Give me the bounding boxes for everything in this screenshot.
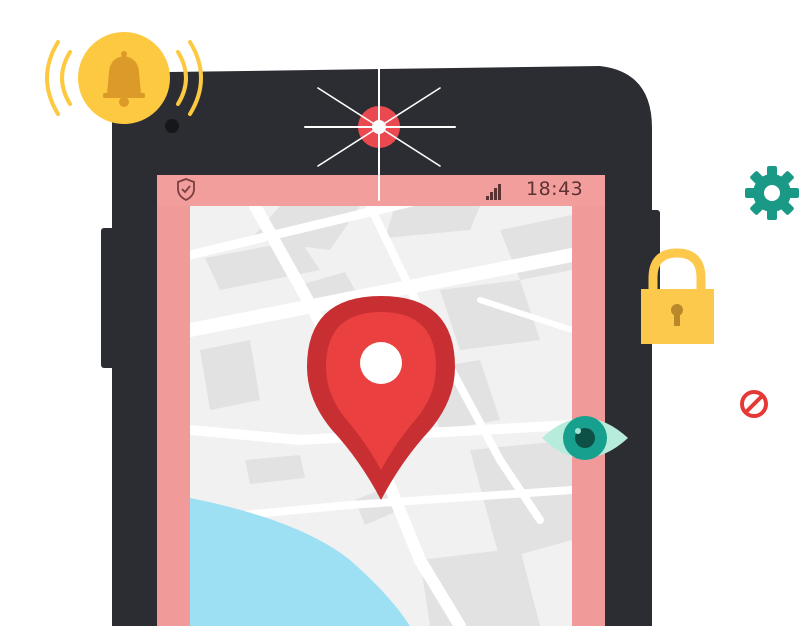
no-entry-icon[interactable] [740, 390, 768, 418]
gear-icon[interactable] [745, 166, 799, 220]
padlock-icon[interactable] [641, 248, 714, 344]
phone-illustration [45, 32, 799, 626]
status-time: 18:43 [526, 178, 584, 200]
front-camera [165, 119, 179, 133]
